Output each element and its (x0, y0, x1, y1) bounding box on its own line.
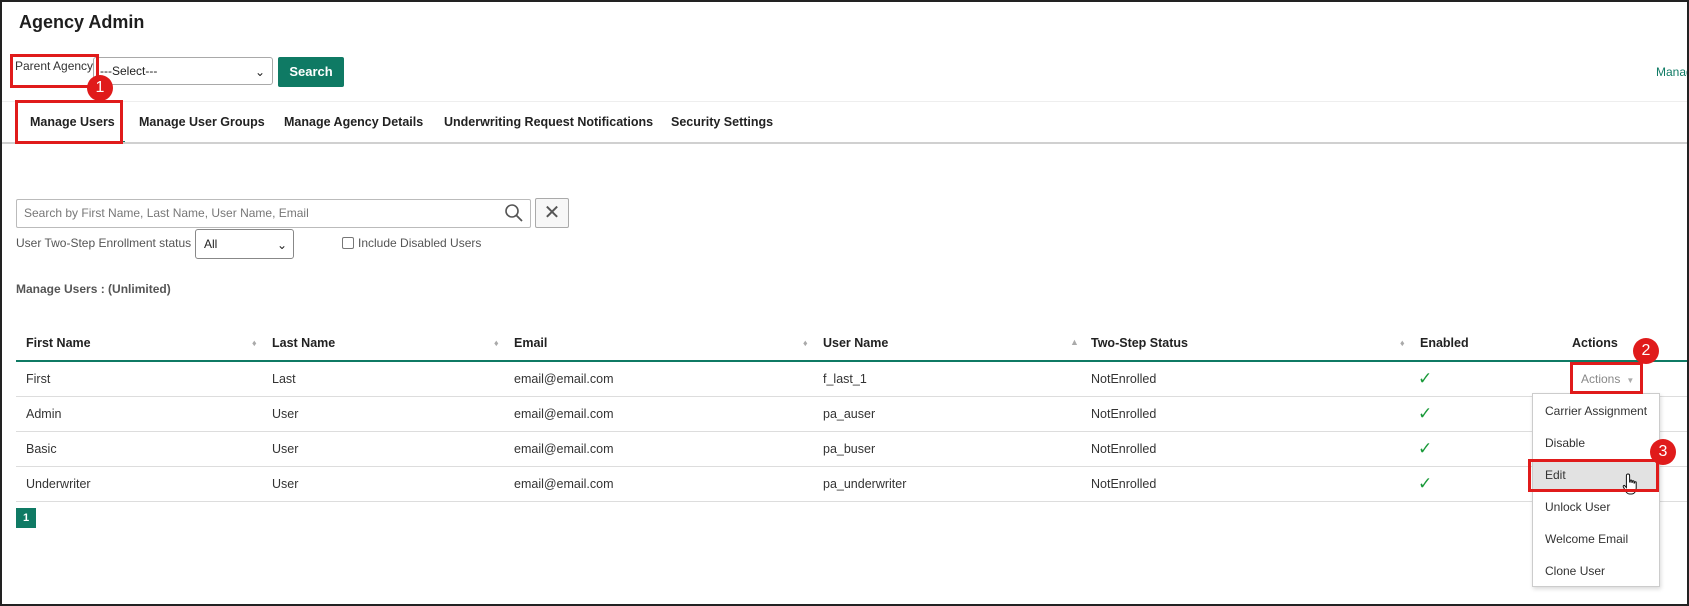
column-header-user-name[interactable]: User Name (823, 336, 888, 350)
column-header-two-step-status[interactable]: Two-Step Status (1091, 336, 1188, 350)
clear-search-button[interactable]: ✕ (535, 198, 569, 228)
enabled-check-icon: ✓ (1418, 439, 1433, 458)
tabs-divider-bottom (2, 142, 1687, 144)
cell-two-step-status: NotEnrolled (1091, 407, 1157, 421)
step-badge-3: 3 (1650, 439, 1676, 465)
sort-icon[interactable]: ♦ (1400, 338, 1405, 348)
row-divider (16, 501, 1687, 502)
menu-item-unlock-user[interactable]: Unlock User (1533, 492, 1659, 523)
search-button[interactable]: Search (278, 57, 344, 87)
search-icon[interactable] (504, 203, 524, 223)
highlight-box-manage-users-tab (15, 100, 123, 144)
sort-icon[interactable]: ♦ (803, 338, 808, 348)
include-disabled-label: Include Disabled Users (358, 236, 482, 250)
sort-icon[interactable]: ♦ (494, 338, 499, 348)
cell-email: email@email.com (514, 372, 614, 386)
row-divider (16, 396, 1687, 397)
sort-ascending-icon[interactable]: ▲ (1070, 337, 1079, 347)
tab-bar: Manage Users Manage User Groups Manage A… (2, 102, 1687, 144)
menu-item-disable[interactable]: Disable (1533, 428, 1659, 459)
highlight-box-edit-item (1528, 459, 1659, 492)
include-disabled-option[interactable]: Include Disabled Users (342, 236, 481, 250)
cell-email: email@email.com (514, 442, 614, 456)
column-header-actions: Actions (1572, 336, 1618, 350)
column-header-enabled[interactable]: Enabled (1420, 336, 1469, 350)
enabled-check-icon: ✓ (1418, 474, 1433, 493)
column-header-first-name[interactable]: First Name (26, 336, 91, 350)
enrollment-status-value: All (204, 237, 218, 251)
row-divider (16, 466, 1687, 467)
table-header-divider (16, 360, 1687, 362)
enabled-check-icon: ✓ (1418, 369, 1433, 388)
cell-first-name: Basic (26, 442, 57, 456)
enrollment-status-select[interactable]: All ⌄ (195, 229, 294, 259)
chevron-down-icon: ⌄ (276, 238, 287, 252)
cell-user-name: f_last_1 (823, 372, 867, 386)
cell-last-name: User (272, 477, 299, 491)
cell-user-name: pa_underwriter (823, 477, 907, 491)
highlight-box-actions-button (1570, 362, 1643, 394)
tab-security-settings[interactable]: Security Settings (671, 102, 773, 144)
cell-email: email@email.com (514, 477, 614, 491)
section-title: Manage Users : (Unlimited) (16, 282, 171, 296)
cell-first-name: First (26, 372, 51, 386)
chevron-down-icon: ⌄ (254, 65, 265, 79)
cell-last-name: Last (272, 372, 296, 386)
menu-item-clone-user[interactable]: Clone User (1533, 556, 1659, 587)
column-header-email[interactable]: Email (514, 336, 547, 350)
cell-two-step-status: NotEnrolled (1091, 372, 1157, 386)
sort-icon[interactable]: ♦ (252, 338, 257, 348)
enrollment-status-label: User Two-Step Enrollment status (16, 236, 192, 250)
step-badge-2: 2 (1633, 338, 1659, 364)
cell-two-step-status: NotEnrolled (1091, 477, 1157, 491)
cell-email: email@email.com (514, 407, 614, 421)
enabled-check-icon: ✓ (1418, 404, 1433, 423)
column-header-last-name[interactable]: Last Name (272, 336, 335, 350)
cell-two-step-status: NotEnrolled (1091, 442, 1157, 456)
tab-underwriting-request-notifications[interactable]: Underwriting Request Notifications (444, 102, 653, 144)
app-frame: Agency Admin Parent Agency ---Select--- … (0, 0, 1689, 606)
pagination-page-1[interactable]: 1 (16, 508, 36, 528)
parent-agency-select[interactable]: ---Select--- ⌄ (93, 57, 273, 85)
tab-manage-agency-details[interactable]: Manage Agency Details (284, 102, 423, 144)
cell-first-name: Underwriter (26, 477, 91, 491)
cell-last-name: User (272, 407, 299, 421)
cell-last-name: User (272, 442, 299, 456)
cell-user-name: pa_buser (823, 442, 876, 456)
user-search-input[interactable]: Search by First Name, Last Name, User Na… (16, 199, 531, 228)
user-search-placeholder: Search by First Name, Last Name, User Na… (24, 206, 309, 220)
parent-agency-value: ---Select--- (100, 64, 158, 78)
highlight-box-parent-agency (10, 54, 99, 88)
step-badge-1: 1 (87, 75, 113, 101)
tab-manage-user-groups[interactable]: Manage User Groups (139, 102, 265, 144)
manage-link[interactable]: Manag (1656, 65, 1687, 79)
cell-first-name: Admin (26, 407, 62, 421)
menu-item-carrier-assignment[interactable]: Carrier Assignment (1533, 396, 1659, 427)
page-title: Agency Admin (19, 12, 145, 32)
cell-user-name: pa_auser (823, 407, 876, 421)
include-disabled-checkbox[interactable] (342, 237, 354, 249)
row-divider (16, 431, 1687, 432)
menu-item-welcome-email[interactable]: Welcome Email (1533, 524, 1659, 555)
